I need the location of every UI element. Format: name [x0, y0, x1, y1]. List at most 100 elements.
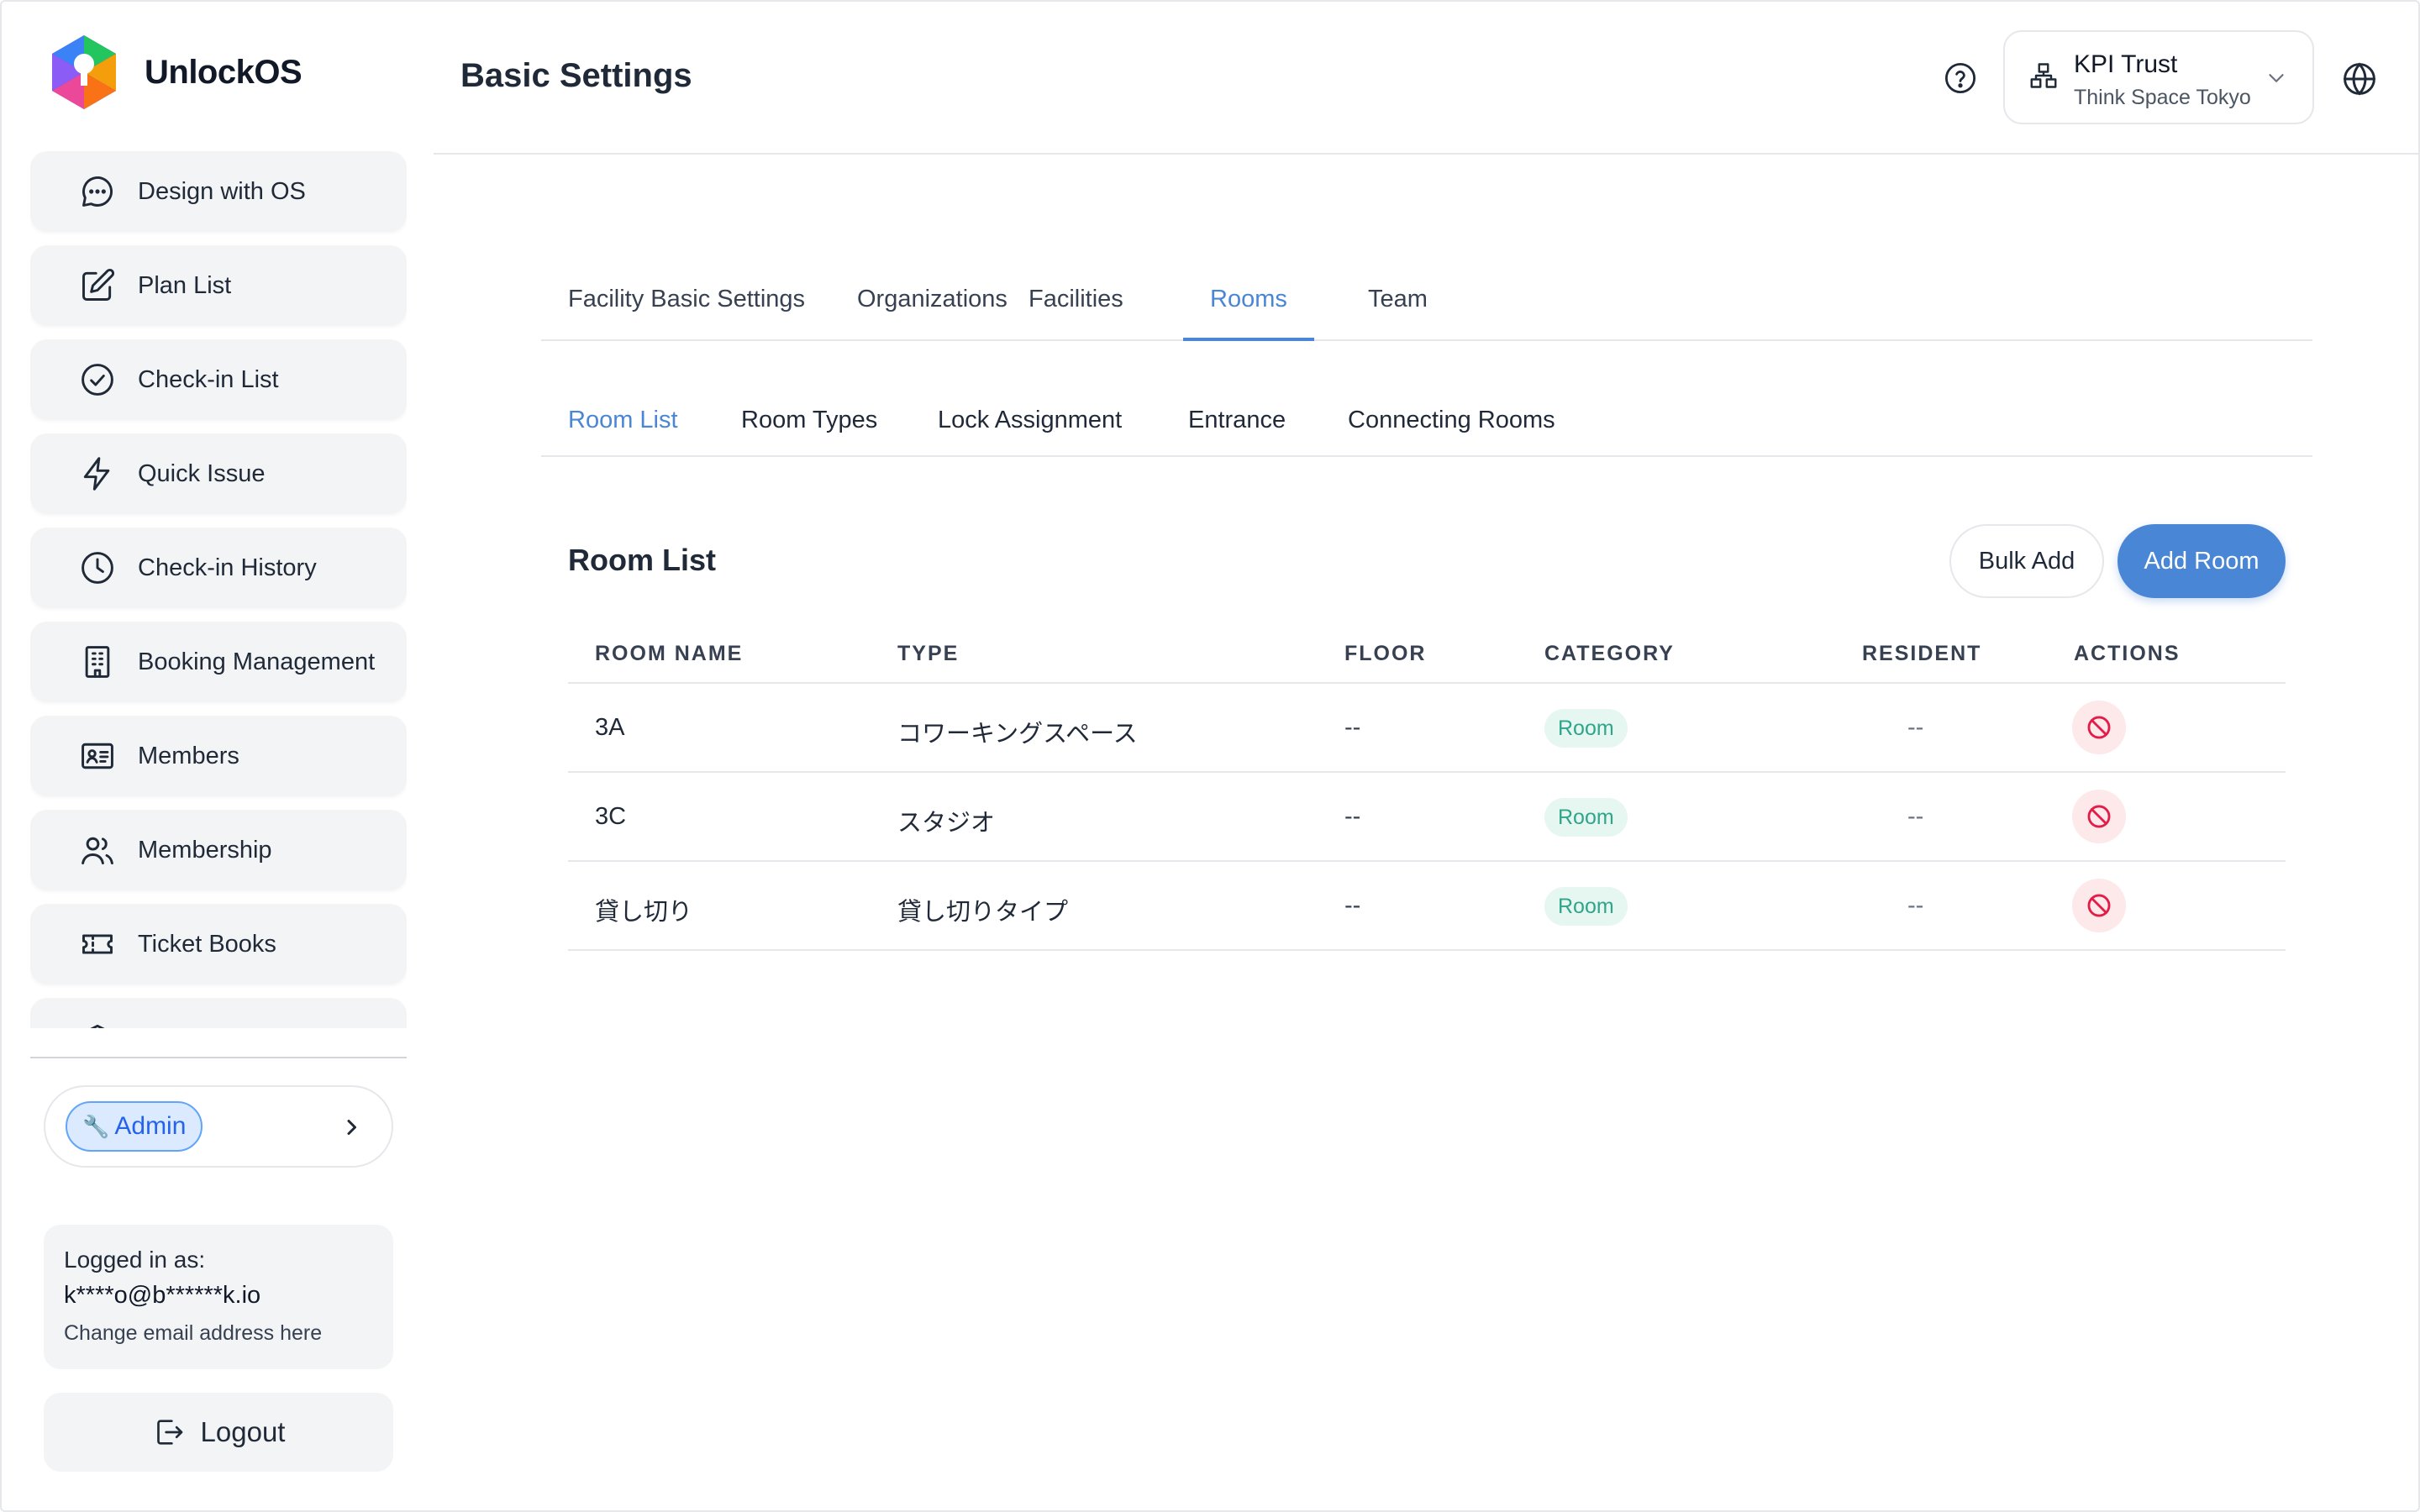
bulk-add-button[interactable]: Bulk Add — [1949, 524, 2104, 598]
prohibited-icon — [2087, 894, 2111, 917]
change-email-link[interactable]: Change email address here — [64, 1321, 373, 1346]
room-name-cell: 3C — [595, 803, 627, 830]
building-icon — [79, 643, 116, 680]
room-table: ROOM NAME TYPE FLOOR CATEGORY RESIDENT A… — [568, 630, 2286, 951]
sidebar-item-label: Ticket Books — [138, 930, 276, 958]
unlockos-logo-icon — [52, 35, 116, 109]
category-badge: Room — [1544, 709, 1628, 748]
role-badge: 🔧 Admin — [66, 1101, 203, 1152]
tab-rooms[interactable]: Rooms — [1183, 286, 1314, 341]
floor-cell: -- — [1344, 714, 1361, 741]
organization-name: KPI Trust — [2074, 50, 2178, 78]
type-cell: 貸し切りタイプ — [897, 899, 1069, 926]
floor-cell: -- — [1344, 892, 1361, 919]
app-name: UnlockOS — [145, 53, 302, 91]
tab-facility-basic-settings[interactable]: Facility Basic Settings — [541, 286, 832, 341]
disable-room-button[interactable] — [2072, 790, 2126, 843]
sidebar-item-label: Quick Issue — [138, 459, 266, 487]
sidebar-divider — [30, 1057, 407, 1058]
resident-cell: -- — [1907, 714, 1924, 741]
subtab-lock-assignment[interactable]: Lock Assignment — [938, 407, 1122, 434]
brand[interactable]: UnlockOS — [49, 32, 302, 113]
room-subtabs: Room List Room Types Lock Assignment Ent… — [541, 398, 2312, 457]
sidebar-nav: Design with OS Plan List Check-in List Q… — [30, 151, 407, 1028]
ticket-icon — [79, 926, 116, 963]
tab-facilities[interactable]: Facilities — [1002, 286, 1150, 341]
login-info: Logged in as: k****o@b******k.io Change … — [44, 1225, 393, 1369]
sidebar-item-partial[interactable] — [30, 998, 407, 1028]
table-header: ROOM NAME TYPE FLOOR CATEGORY RESIDENT A… — [568, 630, 2286, 684]
logout-icon — [156, 1420, 182, 1445]
sidebar-item-plan-list[interactable]: Plan List — [30, 245, 407, 326]
subtab-connecting-rooms[interactable]: Connecting Rooms — [1348, 407, 1555, 434]
prohibited-icon — [2087, 805, 2111, 828]
hierarchy-icon — [2030, 63, 2057, 88]
logged-in-email: k****o@b******k.io — [64, 1282, 261, 1309]
subtab-entrance[interactable]: Entrance — [1188, 407, 1286, 434]
sidebar-item-label: Plan List — [138, 271, 232, 299]
sidebar-item-booking-management[interactable]: Booking Management — [30, 622, 407, 702]
type-cell: コワーキングスペース — [897, 721, 1138, 748]
category-badge: Room — [1544, 887, 1628, 926]
check-circle-icon — [79, 361, 116, 398]
logout-button[interactable]: Logout — [44, 1393, 393, 1472]
resident-cell: -- — [1907, 803, 1924, 830]
sidebar-item-label: Check-in History — [138, 554, 317, 581]
chat-bubble-icon — [79, 173, 116, 210]
disable-room-button[interactable] — [2072, 879, 2126, 932]
lightning-icon — [79, 455, 116, 492]
room-name-cell: 貸し切り — [595, 899, 693, 926]
sidebar-item-label: Booking Management — [138, 648, 376, 675]
organization-switcher[interactable]: KPI Trust Think Space Tokyo — [2003, 30, 2314, 124]
category-badge: Room — [1544, 798, 1628, 837]
users-icon — [79, 832, 116, 869]
tab-team[interactable]: Team — [1341, 286, 1455, 341]
id-card-icon — [79, 738, 116, 774]
table-row: 3C スタジオ -- Room -- — [568, 773, 2286, 862]
prohibited-icon — [2087, 716, 2111, 739]
sidebar-item-label: Design with OS — [138, 177, 306, 205]
sidebar: UnlockOS Design with OS Plan List Check-… — [2, 2, 434, 1510]
column-header-floor: FLOOR — [1344, 642, 1427, 665]
type-cell: スタジオ — [897, 810, 996, 837]
column-header-type: TYPE — [897, 642, 960, 665]
column-header-category: CATEGORY — [1544, 642, 1675, 665]
role-switcher[interactable]: 🔧 Admin — [44, 1085, 393, 1168]
disable-room-button[interactable] — [2072, 701, 2126, 754]
globe-icon[interactable] — [2341, 60, 2378, 97]
subtab-room-list[interactable]: Room List — [568, 407, 678, 434]
column-header-actions: ACTIONS — [2074, 642, 2181, 665]
role-label: Admin — [114, 1112, 187, 1140]
subtab-room-types[interactable]: Room Types — [741, 407, 877, 434]
logout-label: Logout — [200, 1416, 286, 1447]
facility-name: Think Space Tokyo — [2074, 86, 2251, 109]
logged-in-label: Logged in as: — [64, 1247, 206, 1273]
resident-cell: -- — [1907, 892, 1924, 919]
table-row: 貸し切り 貸し切りタイプ -- Room -- — [568, 862, 2286, 951]
table-row: 3A コワーキングスペース -- Room -- — [568, 684, 2286, 773]
app-window: UnlockOS Design with OS Plan List Check-… — [0, 0, 2420, 1512]
sidebar-item-membership[interactable]: Membership — [30, 810, 407, 890]
sidebar-item-label: Membership — [138, 836, 272, 864]
add-room-button[interactable]: Add Room — [2118, 524, 2286, 598]
wrench-icon: 🔧 — [82, 1113, 110, 1139]
section-title: Room List — [568, 543, 716, 577]
sidebar-item-label: Members — [138, 742, 239, 769]
sidebar-item-ticket-books[interactable]: Ticket Books — [30, 904, 407, 984]
chevron-down-icon — [2269, 74, 2284, 82]
chevron-right-icon — [347, 1120, 356, 1135]
help-icon[interactable] — [1943, 60, 1978, 96]
floor-cell: -- — [1344, 803, 1361, 830]
sidebar-item-quick-issue[interactable]: Quick Issue — [30, 433, 407, 514]
sidebar-item-label: Check-in List — [138, 365, 279, 393]
column-header-resident: RESIDENT — [1862, 642, 1982, 665]
column-header-room-name: ROOM NAME — [595, 642, 744, 665]
settings-tabs: Facility Basic Settings Organizations Fa… — [541, 279, 2312, 341]
sidebar-item-members[interactable]: Members — [30, 716, 407, 796]
sidebar-item-design-with-os[interactable]: Design with OS — [30, 151, 407, 232]
sidebar-item-check-in-history[interactable]: Check-in History — [30, 528, 407, 608]
room-name-cell: 3A — [595, 714, 625, 741]
clock-icon — [79, 549, 116, 586]
sidebar-item-check-in-list[interactable]: Check-in List — [30, 339, 407, 420]
partial-icon — [79, 1020, 116, 1028]
